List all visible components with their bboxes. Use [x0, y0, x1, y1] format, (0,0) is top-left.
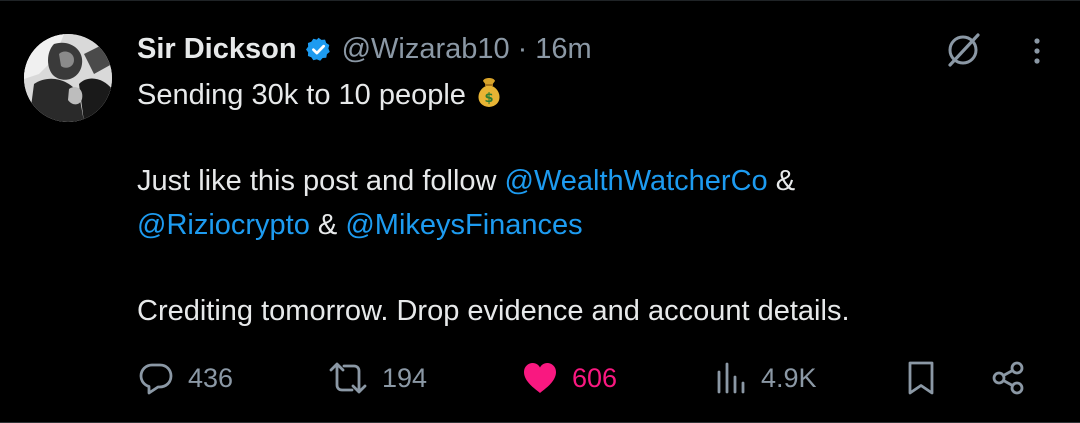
ampersand-2: & — [309, 209, 346, 241]
repost-icon — [328, 360, 368, 396]
avatar-image — [24, 34, 112, 122]
post-line-3: @Riziocrypto & @MikeysFinances — [137, 203, 1037, 247]
reply-count: 436 — [188, 362, 234, 393]
separator-dot: · — [517, 32, 528, 65]
author-handle[interactable]: @Wizarab10 — [342, 33, 510, 66]
share-icon — [990, 360, 1026, 396]
repost-button[interactable]: 194 — [328, 353, 427, 403]
views-button[interactable]: 4.9K — [715, 353, 817, 403]
mention-link-1[interactable]: @WealthWatcherCo — [505, 165, 768, 197]
views-icon — [715, 361, 747, 395]
action-bar: 436 194 606 4.9K — [0, 353, 1080, 403]
post-line-1: Sending 30k to 10 people $ — [137, 73, 1037, 117]
reply-icon — [138, 360, 174, 396]
ampersand-1: & — [767, 165, 796, 197]
tweet-header: Sir Dickson @Wizarab10 · 16m — [137, 29, 592, 69]
post-text-follow: Just like this post and follow — [137, 165, 505, 197]
grok-icon[interactable] — [944, 29, 984, 69]
verified-badge-icon — [305, 36, 332, 63]
mention-link-3[interactable]: @MikeysFinances — [345, 209, 582, 241]
like-button[interactable]: 606 — [522, 353, 617, 403]
tweet-card[interactable]: Sir Dickson @Wizarab10 · 16m Sending 30k… — [0, 0, 1080, 423]
post-line-4: Crediting tomorrow. Drop evidence and ac… — [137, 295, 850, 327]
post-timestamp[interactable]: 16m — [535, 33, 591, 66]
share-button[interactable] — [990, 353, 1026, 403]
money-bag-emoji-icon: $ — [472, 75, 506, 109]
heart-icon — [522, 361, 558, 395]
bookmark-button[interactable] — [906, 353, 936, 403]
post-line-2: Just like this post and follow @WealthWa… — [137, 159, 1037, 203]
like-count: 606 — [572, 362, 618, 393]
views-count: 4.9K — [761, 362, 817, 393]
mention-link-2[interactable]: @Riziocrypto — [137, 209, 310, 241]
author-name[interactable]: Sir Dickson — [137, 33, 297, 66]
repost-count: 194 — [382, 362, 428, 393]
reply-button[interactable]: 436 — [138, 353, 233, 403]
tweet-body: Sending 30k to 10 people $ Just like thi… — [137, 73, 1037, 333]
avatar[interactable] — [24, 34, 112, 122]
svg-text:$: $ — [484, 91, 493, 106]
more-icon[interactable] — [1022, 33, 1052, 69]
post-line-1-text: Sending 30k to 10 people — [137, 79, 466, 111]
bookmark-icon — [906, 360, 936, 396]
